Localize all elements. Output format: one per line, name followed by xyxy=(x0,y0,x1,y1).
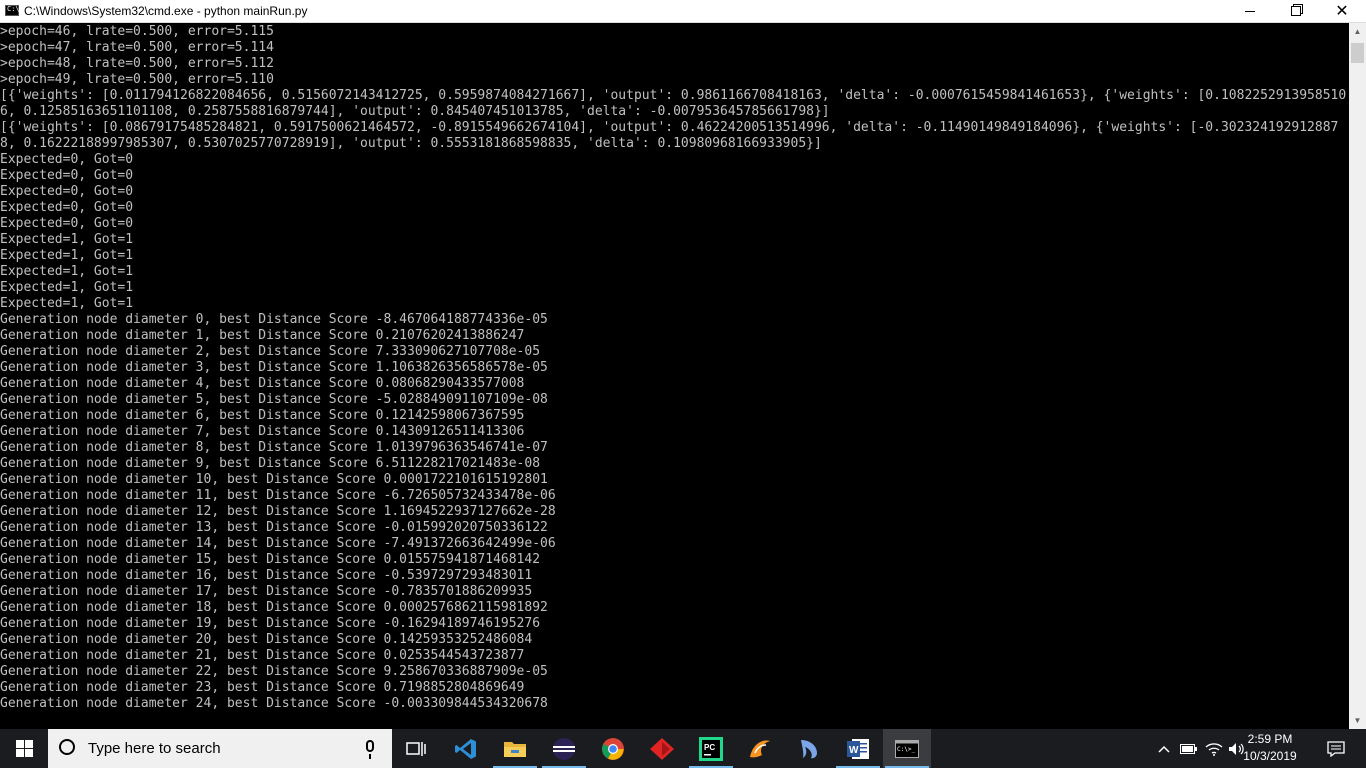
console-line: Generation node diameter 18, best Distan… xyxy=(0,600,548,615)
console-line: >epoch=46, lrate=0.500, error=5.115 xyxy=(0,24,274,39)
dolphin-app-taskbar-button[interactable] xyxy=(785,729,833,768)
window-title-bar[interactable]: C:\Windows\System32\cmd.exe - python mai… xyxy=(0,0,1366,23)
wifi-icon xyxy=(1205,742,1223,756)
minimize-icon xyxy=(1245,10,1255,12)
show-hidden-icons-button[interactable] xyxy=(1154,729,1174,768)
red-diamond-app-icon xyxy=(650,737,674,760)
start-button[interactable] xyxy=(0,729,48,768)
console-line: >epoch=47, lrate=0.500, error=5.114 xyxy=(0,40,274,55)
task-view-icon xyxy=(406,741,426,756)
console-line: Expected=0, Got=0 xyxy=(0,200,134,215)
cmd-icon xyxy=(5,5,20,16)
clock[interactable]: 2:59 PM 10/3/2019 xyxy=(1238,731,1302,765)
console-output[interactable]: >epoch=46, lrate=0.500, error=5.115 >epoc… xyxy=(0,23,1349,729)
clock-date: 10/3/2019 xyxy=(1243,749,1297,763)
orange-swirl-app-taskbar-button[interactable] xyxy=(736,729,784,768)
console-line: Expected=1, Got=1 xyxy=(0,264,134,279)
orange-swirl-app-icon xyxy=(750,740,770,757)
eclipse-icon xyxy=(553,737,575,760)
vertical-scrollbar[interactable]: ▲ ▼ xyxy=(1349,23,1366,729)
restore-icon xyxy=(1291,6,1301,16)
console-line: Expected=1, Got=1 xyxy=(0,280,134,295)
console-line: Generation node diameter 4, best Distanc… xyxy=(0,376,525,391)
chrome-taskbar-button[interactable] xyxy=(589,729,637,768)
console-line: Generation node diameter 12, best Distan… xyxy=(0,504,556,519)
console-line: Generation node diameter 24, best Distan… xyxy=(0,696,548,711)
word-taskbar-button[interactable]: W xyxy=(834,729,882,768)
console-text: >epoch=46, lrate=0.500, error=5.115 >epoc… xyxy=(0,23,1349,712)
console-line: Generation node diameter 17, best Distan… xyxy=(0,584,533,599)
console-line: Generation node diameter 21, best Distan… xyxy=(0,648,525,663)
console-line: Generation node diameter 15, best Distan… xyxy=(0,552,541,567)
file-explorer-taskbar-button[interactable] xyxy=(491,729,539,768)
console-line: Expected=0, Got=0 xyxy=(0,216,134,231)
chrome-icon xyxy=(602,737,624,760)
console-line: Expected=1, Got=1 xyxy=(0,296,134,311)
console-line: Generation node diameter 14, best Distan… xyxy=(0,536,556,551)
console-line: Generation node diameter 2, best Distanc… xyxy=(0,344,541,359)
close-icon: ✕ xyxy=(1335,1,1349,20)
console-line: Expected=0, Got=0 xyxy=(0,152,134,167)
console-line: Expected=1, Got=1 xyxy=(0,248,134,263)
console-line: Expected=1, Got=1 xyxy=(0,232,134,247)
svg-text:W: W xyxy=(849,745,859,756)
cmd-icon: C:\>_ xyxy=(895,739,919,758)
window-title: C:\Windows\System32\cmd.exe - python mai… xyxy=(24,4,308,18)
restore-button[interactable] xyxy=(1273,0,1319,22)
console-line: Expected=0, Got=0 xyxy=(0,184,134,199)
eclipse-taskbar-button[interactable] xyxy=(540,729,588,768)
cortana-icon xyxy=(59,739,75,755)
console-line: Generation node diameter 13, best Distan… xyxy=(0,520,548,535)
search-placeholder: Type here to search xyxy=(88,740,221,757)
scroll-down-arrow-icon[interactable]: ▼ xyxy=(1349,712,1366,729)
search-box[interactable]: Type here to search xyxy=(48,729,392,768)
pycharm-icon: PC xyxy=(699,736,723,761)
svg-text:PC: PC xyxy=(704,743,715,752)
vscode-taskbar-button[interactable] xyxy=(442,729,490,768)
console-line: Generation node diameter 7, best Distanc… xyxy=(0,424,525,439)
action-center-button[interactable] xyxy=(1318,729,1354,768)
task-view-button[interactable] xyxy=(392,729,440,768)
wifi-button[interactable] xyxy=(1203,729,1225,768)
console-line: Generation node diameter 6, best Distanc… xyxy=(0,408,525,423)
pycharm-taskbar-button[interactable]: PC xyxy=(687,729,735,768)
console-line: [{'weights': [0.08679175485284821, 0.591… xyxy=(0,120,1339,151)
console-line: >epoch=48, lrate=0.500, error=5.112 xyxy=(0,56,274,71)
console-line: Generation node diameter 9, best Distanc… xyxy=(0,456,541,471)
file-explorer-icon xyxy=(504,741,526,757)
red-diamond-app-taskbar-button[interactable] xyxy=(638,729,686,768)
notification-icon xyxy=(1327,740,1345,757)
vscode-icon xyxy=(455,738,476,759)
console-line: [{'weights': [0.011794126822084656, 0.51… xyxy=(0,88,1347,119)
minimize-button[interactable] xyxy=(1227,0,1273,22)
console-line: Generation node diameter 8, best Distanc… xyxy=(0,440,548,455)
scroll-up-arrow-icon[interactable]: ▲ xyxy=(1349,23,1366,40)
microphone-icon[interactable] xyxy=(366,740,374,759)
console-line: Generation node diameter 11, best Distan… xyxy=(0,488,556,503)
battery-button[interactable] xyxy=(1178,729,1200,768)
console-line: Expected=0, Got=0 xyxy=(0,168,134,183)
battery-icon xyxy=(1180,743,1197,754)
console-line: >epoch=49, lrate=0.500, error=5.110 xyxy=(0,72,274,87)
console-line: Generation node diameter 1, best Distanc… xyxy=(0,328,525,343)
cmd-taskbar-button[interactable]: C:\>_ xyxy=(883,729,931,768)
windows-logo-icon xyxy=(15,740,33,757)
console-line: Generation node diameter 20, best Distan… xyxy=(0,632,533,647)
console-line: Generation node diameter 23, best Distan… xyxy=(0,680,525,695)
console-line: Generation node diameter 10, best Distan… xyxy=(0,472,548,487)
console-line: Generation node diameter 22, best Distan… xyxy=(0,664,548,679)
console-line: Generation node diameter 19, best Distan… xyxy=(0,616,541,631)
chevron-up-icon xyxy=(1158,745,1170,753)
svg-text:C:\>_: C:\>_ xyxy=(897,746,915,753)
close-button[interactable]: ✕ xyxy=(1319,0,1365,22)
dolphin-app-icon xyxy=(801,739,817,758)
console-line: Generation node diameter 16, best Distan… xyxy=(0,568,533,583)
taskbar: Type here to search PC W C:\>_ 2:59 PM 1… xyxy=(0,729,1366,768)
clock-time: 2:59 PM xyxy=(1247,732,1293,746)
console-line: Generation node diameter 3, best Distanc… xyxy=(0,360,548,375)
scrollbar-thumb[interactable] xyxy=(1351,43,1364,63)
console-line: Generation node diameter 0, best Distanc… xyxy=(0,312,548,327)
console-line: Generation node diameter 5, best Distanc… xyxy=(0,392,548,407)
word-icon: W xyxy=(847,738,869,759)
